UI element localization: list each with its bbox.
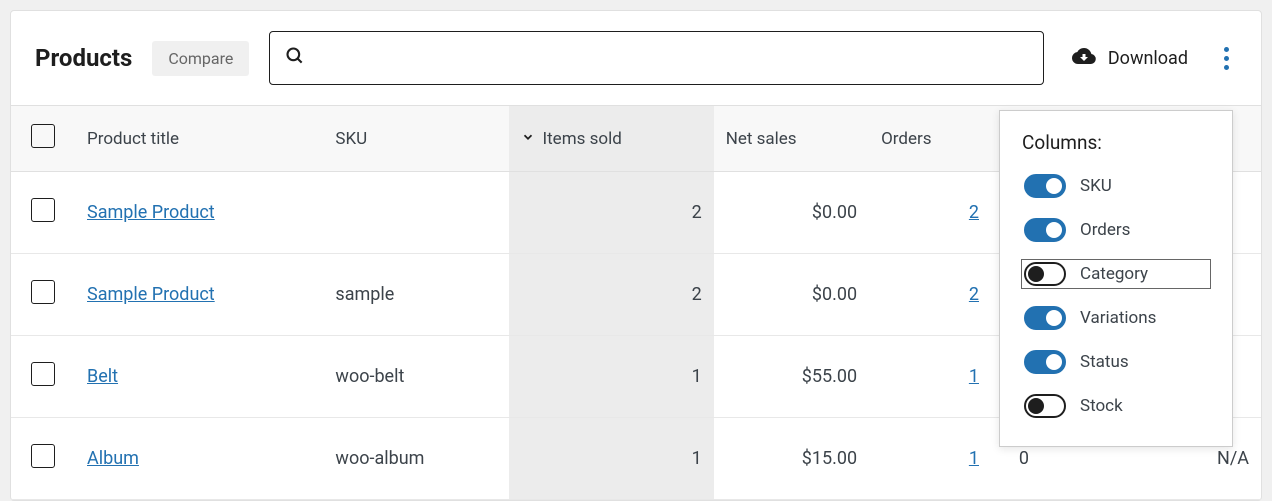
col-orders[interactable]: Orders xyxy=(869,106,991,172)
col-net-sales[interactable]: Net sales xyxy=(714,106,869,172)
page-title: Products xyxy=(35,44,132,72)
product-title-link[interactable]: Sample Product xyxy=(87,284,215,305)
popover-title: Columns: xyxy=(1022,131,1210,154)
product-title-link[interactable]: Sample Product xyxy=(87,202,215,223)
column-toggle-category[interactable]: Category xyxy=(1022,260,1210,288)
toggle-label: Orders xyxy=(1080,220,1130,240)
compare-button[interactable]: Compare xyxy=(152,41,249,76)
toggle-switch[interactable] xyxy=(1024,262,1066,286)
download-label: Download xyxy=(1108,48,1188,69)
row-checkbox[interactable] xyxy=(31,362,55,386)
toggle-label: Variations xyxy=(1080,308,1156,328)
product-title-link[interactable]: Belt xyxy=(87,366,118,387)
toggle-switch[interactable] xyxy=(1024,350,1066,374)
toggle-switch[interactable] xyxy=(1024,218,1066,242)
select-all-checkbox[interactable] xyxy=(31,124,55,148)
cell-net-sales: $15.00 xyxy=(714,418,869,500)
row-checkbox[interactable] xyxy=(31,198,55,222)
cell-sku: sample xyxy=(323,254,508,336)
header-bar: Products Compare Download xyxy=(11,11,1261,105)
toggle-switch[interactable] xyxy=(1024,174,1066,198)
cell-net-sales: $0.00 xyxy=(714,254,869,336)
toggle-label: SKU xyxy=(1080,176,1112,196)
toggle-label: Status xyxy=(1080,352,1129,372)
col-items-sold[interactable]: Items sold xyxy=(509,106,714,172)
cell-items-sold: 1 xyxy=(509,336,714,418)
columns-popover: Columns: SKU Orders Category Variations … xyxy=(999,110,1233,447)
cell-sku: woo-belt xyxy=(323,336,508,418)
cell-net-sales: $0.00 xyxy=(714,172,869,254)
cell-sku: woo-album xyxy=(323,418,508,500)
orders-link[interactable]: 2 xyxy=(969,284,979,305)
col-product-title[interactable]: Product title xyxy=(75,106,323,172)
download-button[interactable]: Download xyxy=(1064,36,1196,81)
toggle-switch[interactable] xyxy=(1024,394,1066,418)
column-toggle-sku[interactable]: SKU xyxy=(1022,172,1210,200)
kebab-menu-button[interactable] xyxy=(1216,39,1237,78)
cell-sku xyxy=(323,172,508,254)
orders-link[interactable]: 2 xyxy=(969,202,979,223)
orders-link[interactable]: 1 xyxy=(969,366,979,387)
cell-net-sales: $55.00 xyxy=(714,336,869,418)
cell-items-sold: 1 xyxy=(509,418,714,500)
orders-link[interactable]: 1 xyxy=(969,448,979,469)
search-wrap xyxy=(269,31,1043,85)
toggle-label: Stock xyxy=(1080,396,1123,416)
column-toggle-stock[interactable]: Stock xyxy=(1022,392,1210,420)
row-checkbox[interactable] xyxy=(31,444,55,468)
search-input[interactable] xyxy=(269,31,1043,85)
col-sku[interactable]: SKU xyxy=(323,106,508,172)
chevron-down-icon xyxy=(521,129,535,149)
column-toggle-orders[interactable]: Orders xyxy=(1022,216,1210,244)
product-title-link[interactable]: Album xyxy=(87,448,139,469)
row-checkbox[interactable] xyxy=(31,280,55,304)
cell-items-sold: 2 xyxy=(509,172,714,254)
download-icon xyxy=(1072,44,1096,73)
column-toggle-variations[interactable]: Variations xyxy=(1022,304,1210,332)
cell-items-sold: 2 xyxy=(509,254,714,336)
toggle-switch[interactable] xyxy=(1024,306,1066,330)
toggle-label: Category xyxy=(1080,264,1148,284)
column-toggle-status[interactable]: Status xyxy=(1022,348,1210,376)
